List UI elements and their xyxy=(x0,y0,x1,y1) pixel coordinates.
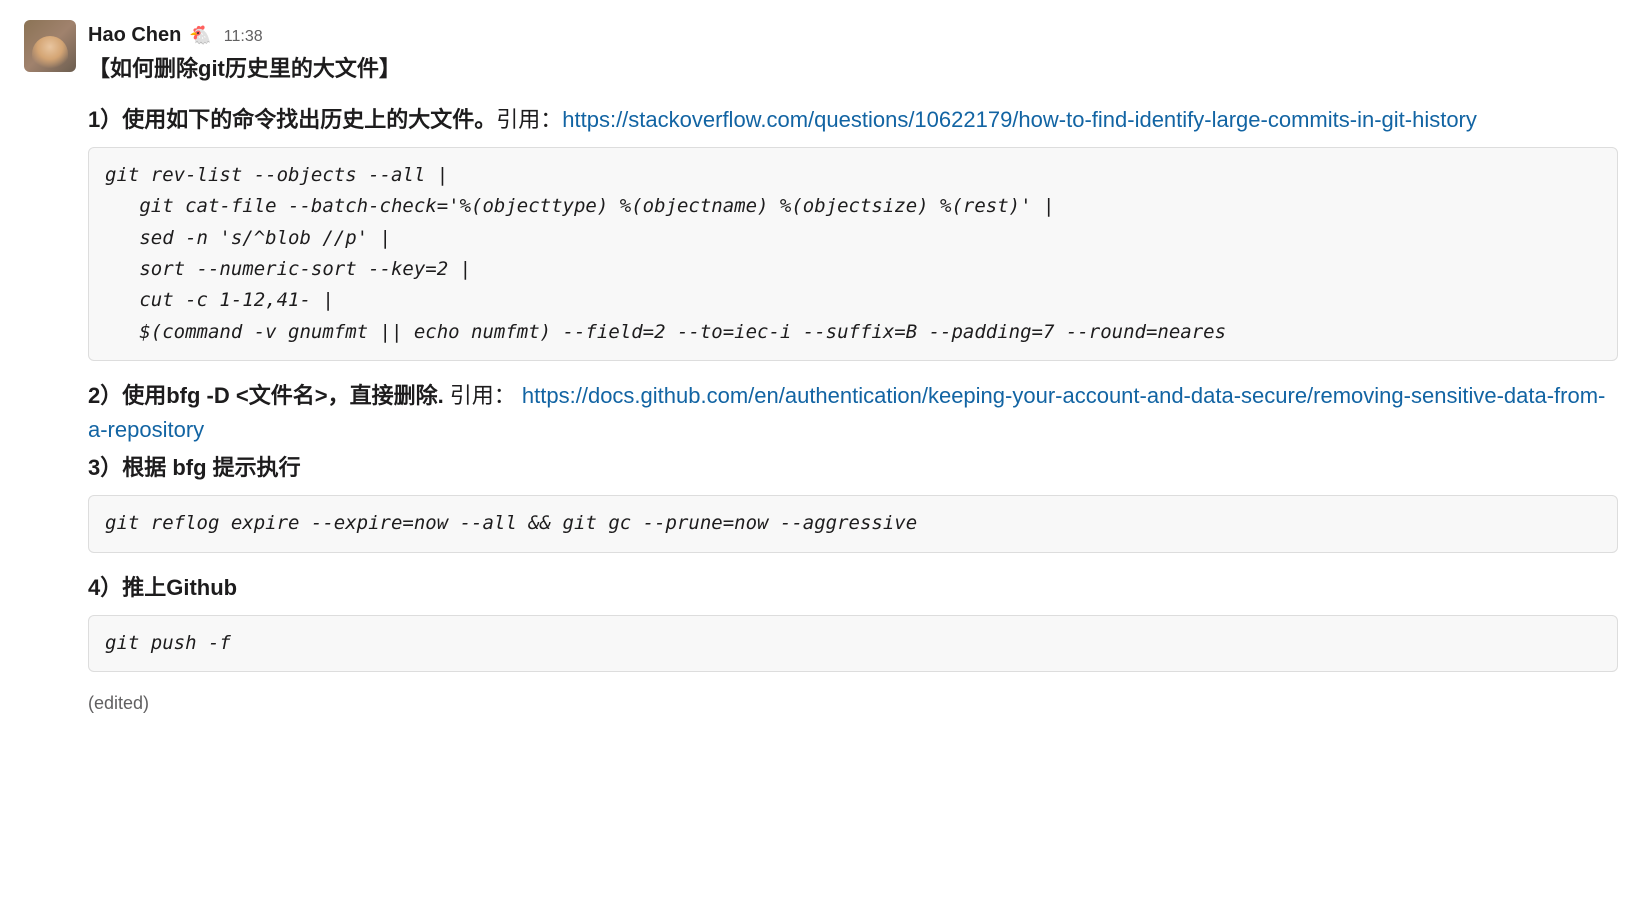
author-name[interactable]: Hao Chen xyxy=(88,20,181,50)
step-2-line: 2）使用bfg -D <文件名>，直接删除. 引用： https://docs.… xyxy=(88,379,1618,447)
step-2-plain: 引用： xyxy=(444,383,522,408)
step-1-plain: 引用： xyxy=(496,107,562,132)
step-2-bold: 2）使用bfg -D <文件名>，直接删除. xyxy=(88,383,444,408)
message-header: Hao Chen 🐔 11:38 xyxy=(88,20,1618,50)
message-title: 【如何删除git历史里的大文件】 xyxy=(88,52,1618,85)
edited-label: (edited) xyxy=(88,690,1618,717)
step-4-bold: 4）推上Github xyxy=(88,575,237,600)
step-1-link[interactable]: https://stackoverflow.com/questions/1062… xyxy=(562,107,1477,132)
message-timestamp[interactable]: 11:38 xyxy=(224,25,263,49)
chat-message: Hao Chen 🐔 11:38 【如何删除git历史里的大文件】 1）使用如下… xyxy=(24,20,1618,717)
avatar[interactable] xyxy=(24,20,76,72)
step-3-bold: 3）根据 bfg 提示执行 xyxy=(88,455,301,480)
step-3-line: 3）根据 bfg 提示执行 xyxy=(88,451,1618,485)
code-block-2[interactable]: git reflog expire --expire=now --all && … xyxy=(88,495,1618,552)
step-1-line: 1）使用如下的命令找出历史上的大文件。引用：https://stackoverf… xyxy=(88,103,1618,137)
step-4-line: 4）推上Github xyxy=(88,571,1618,605)
message-body: Hao Chen 🐔 11:38 【如何删除git历史里的大文件】 1）使用如下… xyxy=(88,20,1618,717)
status-emoji-icon: 🐔 xyxy=(189,22,211,49)
step-1-bold: 1）使用如下的命令找出历史上的大文件。 xyxy=(88,107,496,132)
code-block-3[interactable]: git push -f xyxy=(88,615,1618,672)
code-block-1[interactable]: git rev-list --objects --all | git cat-f… xyxy=(88,147,1618,361)
